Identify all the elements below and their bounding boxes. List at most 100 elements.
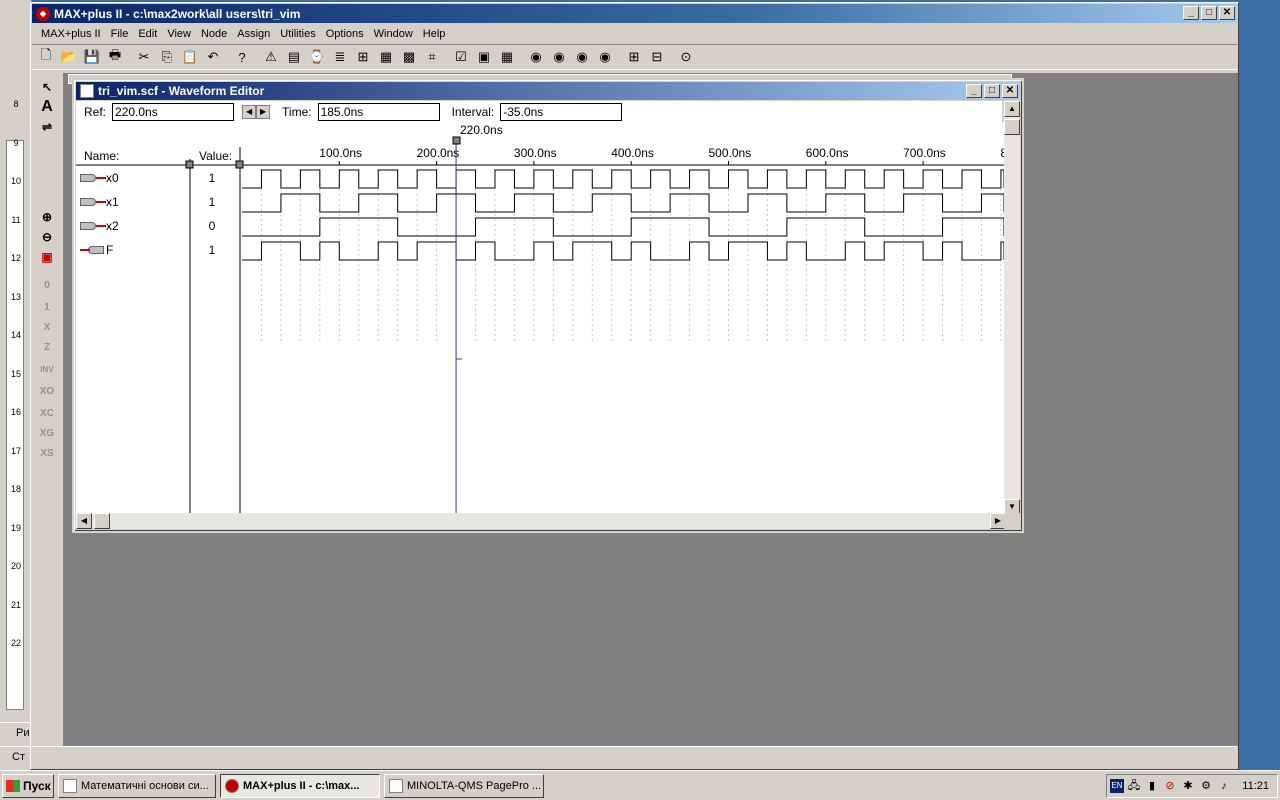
network-icon[interactable]: 🖧 [1127,779,1141,793]
save-sim-icon[interactable]: ▣ [473,46,495,68]
next-transition-button[interactable]: ▶ [256,105,271,119]
minimize-button[interactable]: _ [1183,6,1199,20]
hierarchy-icon[interactable]: ⊞ [352,46,374,68]
save-icon[interactable]: 💾 [81,46,103,68]
node-tool-icon[interactable]: ⇌ [35,117,59,137]
undo-icon[interactable]: ↶ [202,46,224,68]
unknown-x-icon[interactable]: X [35,317,59,337]
maximize-button[interactable]: □ [1201,6,1217,20]
menu-item-view[interactable]: View [162,28,196,40]
low-0-icon[interactable]: 0 [35,275,59,295]
start-label: Пуск [23,779,51,793]
draw-toolbar[interactable]: Ри [0,722,32,744]
hi-z-icon[interactable]: Z [35,337,59,357]
report-icon[interactable]: ≣ [329,46,351,68]
column-handle[interactable] [185,160,194,169]
save-check-icon[interactable]: ☑ [450,46,472,68]
signal-name[interactable]: x1 [106,195,119,209]
menu-item-options[interactable]: Options [321,28,369,40]
interval-field[interactable]: -35.0ns [500,103,623,121]
hscroll-thumb[interactable] [94,513,110,529]
fit-window-icon[interactable]: ▣ [35,247,59,267]
menu-item-utilities[interactable]: Utilities [275,28,320,40]
overwrite-sequence-icon[interactable]: XS [35,443,59,463]
scroll-thumb[interactable] [1004,119,1020,135]
background-word-window[interactable]: 8 9 10 11 12 13 14 15 16 17 18 19 20 21 22 Ри Ст [0,0,32,770]
paste-icon[interactable]: 📋 [179,46,201,68]
floorplan-icon[interactable]: ▩ [398,46,420,68]
resize-grip[interactable] [1004,513,1020,529]
project-icon[interactable]: ▦ [375,46,397,68]
task-maxplus[interactable]: MAX+plus II - c:\max... [220,774,380,798]
probe-ab-icon[interactable]: ◉ [548,46,570,68]
waveform-x2[interactable] [242,217,1005,237]
zoom-find-icon[interactable]: ⊙ [675,46,697,68]
open-icon[interactable]: 📂 [58,46,80,68]
pointer-tool-icon[interactable]: ↖ [35,77,59,97]
vertical-scrollbar[interactable]: ▲ ▼ [1004,101,1020,515]
settings-icon[interactable]: ⚙ [1199,779,1213,793]
wf-close-button[interactable]: ✕ [1002,84,1018,98]
save-all-icon[interactable]: ▦ [496,46,518,68]
high-1-icon[interactable]: 1 [35,297,59,317]
wf-maximize-button[interactable]: □ [984,84,1000,98]
program-icon[interactable]: ⌗ [421,46,443,68]
prev-transition-button[interactable]: ◀ [242,105,257,119]
signal-icon[interactable]: ▮ [1145,779,1159,793]
close-button[interactable]: ✕ [1219,6,1235,20]
start-button[interactable]: Пуск [2,774,54,798]
grid2-icon[interactable]: ⊟ [646,46,668,68]
compile-icon[interactable]: ⚠ [260,46,282,68]
waveform-x0[interactable] [242,169,1005,189]
zoom-in-icon[interactable]: ⊕ [35,207,59,227]
scroll-left-button[interactable]: ◀ [76,513,92,529]
menu-item-node[interactable]: Node [196,28,232,40]
probe-icon[interactable]: ◉ [525,46,547,68]
waveform-F[interactable] [242,241,1005,261]
waveform-titlebar[interactable]: tri_vim.scf - Waveform Editor _ □ ✕ [76,82,1020,100]
copy-icon[interactable]: ⎘ [156,46,178,68]
menu-item-file[interactable]: File [106,28,134,40]
new-icon[interactable]: 🗋 [35,46,57,68]
antivirus-icon[interactable]: ⊘ [1163,779,1177,793]
text-tool-icon[interactable]: A [35,97,59,117]
overwrite-value-icon[interactable]: XO [35,381,59,401]
signal-name[interactable]: x0 [106,171,119,185]
menu-item-window[interactable]: Window [369,28,418,40]
grid-icon[interactable]: ⊞ [623,46,645,68]
overwrite-clock-icon[interactable]: XC [35,403,59,423]
waveform-title: tri_vim.scf - Waveform Editor [98,84,265,98]
tools-icon[interactable]: ✱ [1181,779,1195,793]
task-word[interactable]: Математичні основи си... [58,774,216,798]
cursor-handle[interactable] [452,136,461,145]
probe-group-icon[interactable]: ◉ [571,46,593,68]
task-printer[interactable]: MINOLTA-QMS PagePro ... [384,774,544,798]
invert-icon[interactable]: INV [35,359,59,379]
signal-name[interactable]: F [106,243,113,257]
zoom-out-icon[interactable]: ⊖ [35,227,59,247]
timing-icon[interactable]: ⌚ [306,46,328,68]
column-handle[interactable] [235,160,244,169]
menu-item-edit[interactable]: Edit [133,28,162,40]
wf-minimize-button[interactable]: _ [966,84,982,98]
overwrite-group-icon[interactable]: XG [35,423,59,443]
ref-arrows: ◀ ▶ [242,105,271,119]
waveform-display[interactable]: 220.0ns Name: Value: 100.0ns 200.0ns 300.0… [76,123,1006,515]
menu-item-help[interactable]: Help [418,28,451,40]
scroll-up-button[interactable]: ▲ [1004,101,1020,117]
ref-field[interactable]: 220.0ns [112,103,235,121]
horizontal-scrollbar[interactable]: ◀ ▶ [76,513,1006,529]
help-icon[interactable]: ? [231,46,253,68]
probe-sim-icon[interactable]: ◉ [594,46,616,68]
simulate-icon[interactable]: ▤ [283,46,305,68]
main-titlebar[interactable]: ◆ MAX+plus II - c:\max2work\all users\tr… [32,4,1237,23]
cut-icon[interactable]: ✂ [133,46,155,68]
language-indicator[interactable]: EN [1110,779,1124,793]
time-field[interactable]: 185.0ns [317,103,440,121]
speaker-icon[interactable]: ♪ [1217,779,1231,793]
print-icon[interactable]: 🖶 [104,46,126,68]
waveform-x1[interactable] [242,193,1005,213]
signal-name[interactable]: x2 [106,219,119,233]
menu-item-max-plus-ii[interactable]: MAX+plus II [36,28,106,40]
menu-item-assign[interactable]: Assign [232,28,275,40]
